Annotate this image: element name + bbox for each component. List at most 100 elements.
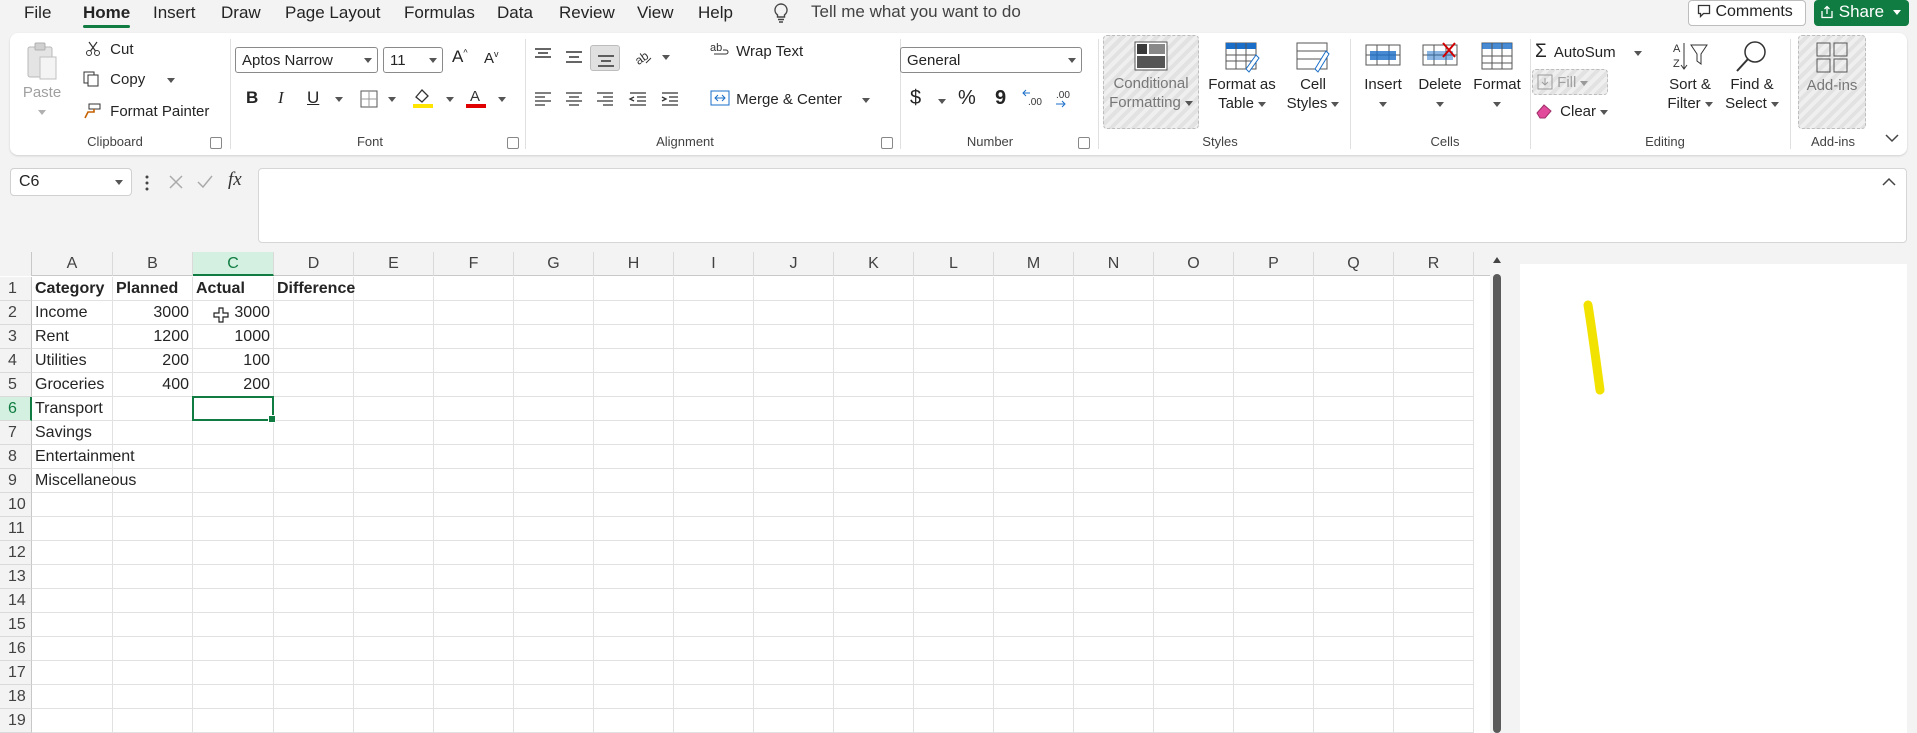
cell-e2[interactable] [354, 301, 434, 325]
cell-j10[interactable] [754, 493, 834, 517]
cell-h15[interactable] [594, 613, 674, 637]
cell-e15[interactable] [354, 613, 434, 637]
cell-h6[interactable] [594, 397, 674, 421]
column-header-o[interactable]: O [1154, 252, 1234, 276]
cell-d18[interactable] [274, 685, 354, 709]
cell-b4[interactable]: 200 [113, 349, 193, 373]
menu-insert[interactable]: Insert [153, 3, 196, 23]
cell-l11[interactable] [914, 517, 994, 541]
decrease-indent-icon[interactable] [628, 91, 648, 107]
cell-e12[interactable] [354, 541, 434, 565]
align-middle-icon[interactable] [564, 49, 584, 65]
cell-j6[interactable] [754, 397, 834, 421]
cell-b1[interactable]: Planned [113, 277, 193, 301]
cell-p15[interactable] [1234, 613, 1314, 637]
cell-j15[interactable] [754, 613, 834, 637]
cell-k13[interactable] [834, 565, 914, 589]
cell-h10[interactable] [594, 493, 674, 517]
cell-g8[interactable] [514, 445, 594, 469]
cell-q11[interactable] [1314, 517, 1394, 541]
orientation-icon[interactable]: ab [632, 45, 654, 67]
cell-l13[interactable] [914, 565, 994, 589]
underline-button[interactable]: U [307, 88, 319, 108]
cell-p12[interactable] [1234, 541, 1314, 565]
cell-g11[interactable] [514, 517, 594, 541]
cell-j8[interactable] [754, 445, 834, 469]
cell-n18[interactable] [1074, 685, 1154, 709]
cell-g14[interactable] [514, 589, 594, 613]
cell-l9[interactable] [914, 469, 994, 493]
menu-formulas[interactable]: Formulas [404, 3, 475, 23]
cell-j7[interactable] [754, 421, 834, 445]
cell-o9[interactable] [1154, 469, 1234, 493]
chevron-down-icon[interactable] [388, 97, 396, 102]
cell-l15[interactable] [914, 613, 994, 637]
row-header-14[interactable]: 14 [0, 589, 32, 613]
cell-a3[interactable]: Rent [32, 325, 113, 349]
cell-e11[interactable] [354, 517, 434, 541]
cell-c15[interactable] [193, 613, 274, 637]
row-header-10[interactable]: 10 [0, 493, 32, 517]
cell-h2[interactable] [594, 301, 674, 325]
cell-k18[interactable] [834, 685, 914, 709]
format-cells-button[interactable]: Format [1469, 39, 1525, 113]
cell-l6[interactable] [914, 397, 994, 421]
cell-c2[interactable]: 3000 [193, 301, 274, 325]
cell-l16[interactable] [914, 637, 994, 661]
cell-r3[interactable] [1394, 325, 1474, 349]
column-header-i[interactable]: I [674, 252, 754, 276]
cell-f17[interactable] [434, 661, 514, 685]
cell-f15[interactable] [434, 613, 514, 637]
cell-m2[interactable] [994, 301, 1074, 325]
cell-j14[interactable] [754, 589, 834, 613]
cell-h3[interactable] [594, 325, 674, 349]
bold-button[interactable]: B [246, 88, 258, 108]
cell-g10[interactable] [514, 493, 594, 517]
wrap-text-button[interactable]: ab Wrap Text [710, 41, 803, 60]
clear-button[interactable]: Clear [1535, 103, 1609, 120]
cell-p14[interactable] [1234, 589, 1314, 613]
column-header-d[interactable]: D [274, 252, 354, 276]
cell-g17[interactable] [514, 661, 594, 685]
formula-input[interactable] [258, 168, 1907, 243]
conditional-formatting-button[interactable]: Conditional Formatting [1103, 35, 1199, 129]
cell-d19[interactable] [274, 709, 354, 733]
cell-a4[interactable]: Utilities [32, 349, 113, 373]
cell-o10[interactable] [1154, 493, 1234, 517]
cell-j11[interactable] [754, 517, 834, 541]
cell-b2[interactable]: 3000 [113, 301, 193, 325]
cell-p9[interactable] [1234, 469, 1314, 493]
cell-l5[interactable] [914, 373, 994, 397]
cell-n17[interactable] [1074, 661, 1154, 685]
cell-a1[interactable]: Category [32, 277, 113, 301]
cell-n2[interactable] [1074, 301, 1154, 325]
cell-r1[interactable] [1394, 277, 1474, 301]
cell-r6[interactable] [1394, 397, 1474, 421]
cell-r11[interactable] [1394, 517, 1474, 541]
cell-e14[interactable] [354, 589, 434, 613]
cell-g12[interactable] [514, 541, 594, 565]
cell-p10[interactable] [1234, 493, 1314, 517]
cell-h4[interactable] [594, 349, 674, 373]
cell-b13[interactable] [113, 565, 193, 589]
cell-h18[interactable] [594, 685, 674, 709]
cell-q9[interactable] [1314, 469, 1394, 493]
cell-e16[interactable] [354, 637, 434, 661]
chevron-down-icon[interactable] [662, 55, 670, 60]
cell-g5[interactable] [514, 373, 594, 397]
column-header-r[interactable]: R [1394, 252, 1474, 276]
chevron-down-icon[interactable] [938, 99, 946, 104]
cell-f7[interactable] [434, 421, 514, 445]
cell-g16[interactable] [514, 637, 594, 661]
cell-k19[interactable] [834, 709, 914, 733]
cell-o6[interactable] [1154, 397, 1234, 421]
cell-b17[interactable] [113, 661, 193, 685]
cell-k9[interactable] [834, 469, 914, 493]
cell-m17[interactable] [994, 661, 1074, 685]
cell-p1[interactable] [1234, 277, 1314, 301]
cell-f5[interactable] [434, 373, 514, 397]
cell-k14[interactable] [834, 589, 914, 613]
column-header-b[interactable]: B [113, 252, 193, 276]
cell-r9[interactable] [1394, 469, 1474, 493]
cell-c3[interactable]: 1000 [193, 325, 274, 349]
